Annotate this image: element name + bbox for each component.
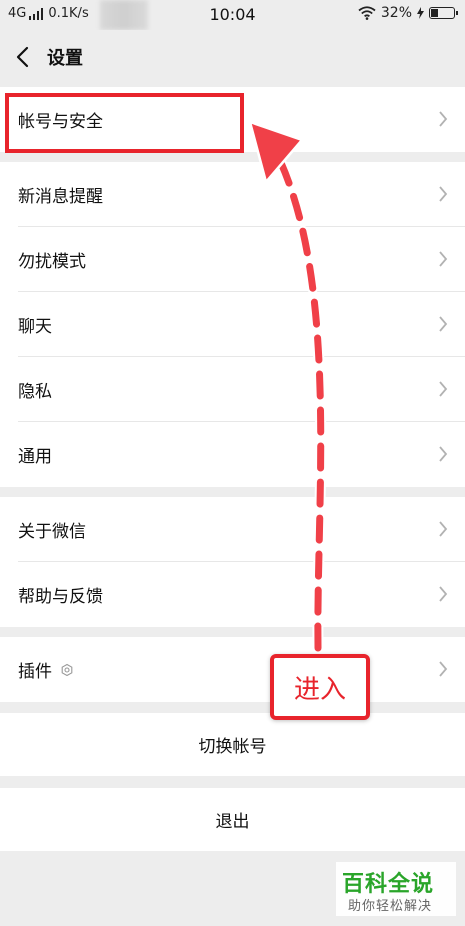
charging-icon <box>417 7 424 19</box>
chevron-right-icon <box>439 251 448 267</box>
chevron-right-icon <box>439 521 448 537</box>
settings-item-new-message[interactable]: 新消息提醒 <box>0 162 465 227</box>
settings-item-label: 聊天 <box>18 317 52 337</box>
settings-item-label: 关于微信 <box>18 522 86 542</box>
watermark-logo: 百科全说 助你轻松解决 <box>336 862 456 916</box>
wifi-icon <box>358 6 376 20</box>
settings-group-plugins: 插件 <box>0 637 465 702</box>
status-bar: 4G 0.1K/s 10:04 32% <box>0 0 465 30</box>
settings-item-label: 帮助与反馈 <box>18 587 103 607</box>
settings-item-label: 通用 <box>18 447 52 467</box>
battery-percent: 32% <box>380 5 412 21</box>
switch-account-button[interactable]: 切换帐号 <box>0 713 465 776</box>
watermark-title: 百科全说 <box>342 872 435 897</box>
chevron-right-icon <box>439 661 448 677</box>
plugin-badge-icon <box>61 663 73 676</box>
settings-item-do-not-disturb[interactable]: 勿扰模式 <box>0 227 465 292</box>
settings-group-about: 关于微信 帮助与反馈 <box>0 497 465 627</box>
settings-item-label: 新消息提醒 <box>18 187 103 207</box>
page-title: 设置 <box>47 48 83 69</box>
settings-item-privacy[interactable]: 隐私 <box>0 357 465 422</box>
highlight-box <box>5 93 244 153</box>
settings-item-about[interactable]: 关于微信 <box>0 497 465 562</box>
status-right: 32% <box>358 5 458 21</box>
nav-bar: 设置 <box>0 30 465 86</box>
chevron-right-icon <box>439 446 448 462</box>
chevron-right-icon <box>439 381 448 397</box>
back-arrow-icon[interactable] <box>12 44 36 70</box>
chevron-right-icon <box>439 316 448 332</box>
settings-item-label: 隐私 <box>18 382 52 402</box>
settings-item-help-feedback[interactable]: 帮助与反馈 <box>0 562 465 627</box>
logout-button[interactable]: 退出 <box>0 788 465 851</box>
settings-item-label: 插件 <box>18 662 52 682</box>
enter-annotation-label: 进入 <box>270 654 370 720</box>
battery-icon <box>429 7 458 19</box>
settings-item-label: 勿扰模式 <box>18 252 86 272</box>
watermark-subtitle: 助你轻松解决 <box>348 899 433 914</box>
chevron-right-icon <box>439 186 448 202</box>
settings-item-plugins[interactable]: 插件 <box>0 637 465 702</box>
chevron-right-icon <box>439 586 448 602</box>
settings-item-chat[interactable]: 聊天 <box>0 292 465 357</box>
settings-group-general: 新消息提醒 勿扰模式 聊天 隐私 通用 <box>0 162 465 487</box>
chevron-right-icon <box>439 111 448 127</box>
settings-item-general[interactable]: 通用 <box>0 422 465 487</box>
